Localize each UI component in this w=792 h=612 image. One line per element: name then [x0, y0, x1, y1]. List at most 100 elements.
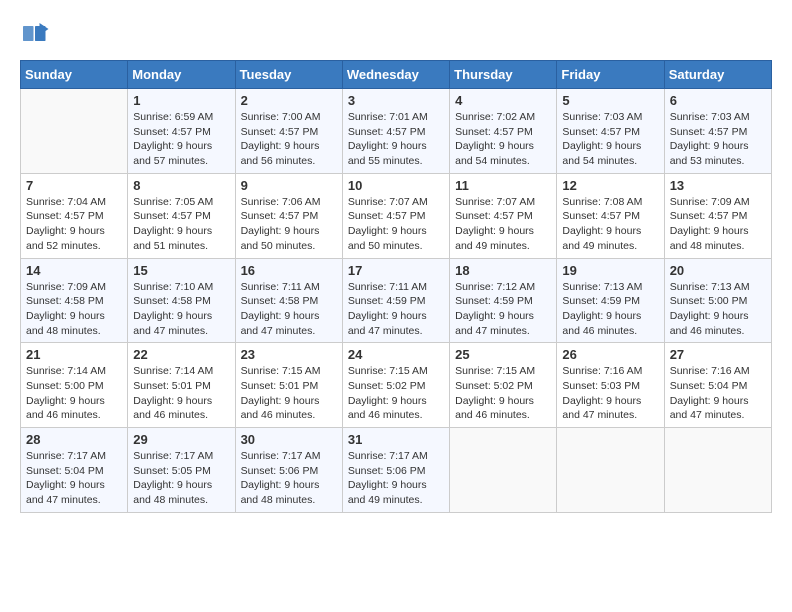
- calendar-cell: 10 Sunrise: 7:07 AMSunset: 4:57 PMDayligh…: [342, 173, 449, 258]
- day-number: 4: [455, 93, 551, 108]
- logo: [20, 20, 54, 50]
- calendar-cell: 16Sunrise: 7:11 AMSunset: 4:58 PMDayligh…: [235, 258, 342, 343]
- day-info: Sunrise: 7:03 AMSunset: 4:57 PMDaylight:…: [562, 110, 658, 169]
- calendar-cell: 19 Sunrise: 7:13 AMSunset: 4:59 PMDayligh…: [557, 258, 664, 343]
- day-info: Sunrise: 7:08 AMSunset: 4:57 PMDaylight:…: [562, 195, 658, 254]
- page-header: [20, 20, 772, 50]
- calendar-cell: 22 Sunrise: 7:14 AMSunset: 5:01 PMDayligh…: [128, 343, 235, 428]
- day-info: Sunrise: 7:14 AMSunset: 5:00 PMDaylight:…: [26, 364, 122, 423]
- day-number: 9: [241, 178, 337, 193]
- weekday-header-sunday: Sunday: [21, 61, 128, 89]
- calendar-cell: 21 Sunrise: 7:14 AMSunset: 5:00 PMDayligh…: [21, 343, 128, 428]
- calendar-cell: 17 Sunrise: 7:11 AMSunset: 4:59 PMDayligh…: [342, 258, 449, 343]
- day-number: 18: [455, 263, 551, 278]
- day-info: Sunrise: 6:59 AMSunset: 4:57 PMDaylight:…: [133, 110, 229, 169]
- day-info: Sunrise: 7:05 AMSunset: 4:57 PMDaylight:…: [133, 195, 229, 254]
- day-info: Sunrise: 7:04 AMSunset: 4:57 PMDaylight:…: [26, 195, 122, 254]
- calendar-cell: 29Sunrise: 7:17 AMSunset: 5:05 PMDayligh…: [128, 428, 235, 513]
- weekday-header-wednesday: Wednesday: [342, 61, 449, 89]
- day-number: 30: [241, 432, 337, 447]
- day-number: 22: [133, 347, 229, 362]
- calendar-week-row: 1 Sunrise: 6:59 AMSunset: 4:57 PMDaylight…: [21, 89, 772, 174]
- day-number: 26: [562, 347, 658, 362]
- day-number: 11: [455, 178, 551, 193]
- weekday-header-row: SundayMondayTuesdayWednesdayThursdayFrid…: [21, 61, 772, 89]
- day-info: Sunrise: 7:01 AMSunset: 4:57 PMDaylight:…: [348, 110, 444, 169]
- calendar-cell: 18 Sunrise: 7:12 AMSunset: 4:59 PMDayligh…: [450, 258, 557, 343]
- calendar-cell: [664, 428, 771, 513]
- day-info: Sunrise: 7:06 AMSunset: 4:57 PMDaylight:…: [241, 195, 337, 254]
- calendar-cell: 8 Sunrise: 7:05 AMSunset: 4:57 PMDaylight…: [128, 173, 235, 258]
- calendar-cell: 6Sunrise: 7:03 AMSunset: 4:57 PMDaylight…: [664, 89, 771, 174]
- day-number: 8: [133, 178, 229, 193]
- day-number: 27: [670, 347, 766, 362]
- day-info: Sunrise: 7:16 AMSunset: 5:04 PMDaylight:…: [670, 364, 766, 423]
- day-info: Sunrise: 7:11 AMSunset: 4:59 PMDaylight:…: [348, 280, 444, 339]
- day-number: 15: [133, 263, 229, 278]
- calendar-week-row: 7 Sunrise: 7:04 AMSunset: 4:57 PMDaylight…: [21, 173, 772, 258]
- calendar-table: SundayMondayTuesdayWednesdayThursdayFrid…: [20, 60, 772, 513]
- calendar-cell: 23Sunrise: 7:15 AMSunset: 5:01 PMDayligh…: [235, 343, 342, 428]
- calendar-cell: 7 Sunrise: 7:04 AMSunset: 4:57 PMDaylight…: [21, 173, 128, 258]
- calendar-cell: 9 Sunrise: 7:06 AMSunset: 4:57 PMDaylight…: [235, 173, 342, 258]
- day-info: Sunrise: 7:07 AMSunset: 4:57 PMDaylight:…: [348, 195, 444, 254]
- day-info: Sunrise: 7:17 AMSunset: 5:06 PMDaylight:…: [241, 449, 337, 508]
- day-number: 2: [241, 93, 337, 108]
- day-info: Sunrise: 7:11 AMSunset: 4:58 PMDaylight:…: [241, 280, 337, 339]
- calendar-cell: 13 Sunrise: 7:09 AMSunset: 4:57 PMDayligh…: [664, 173, 771, 258]
- day-number: 3: [348, 93, 444, 108]
- day-info: Sunrise: 7:12 AMSunset: 4:59 PMDaylight:…: [455, 280, 551, 339]
- calendar-cell: 14Sunrise: 7:09 AMSunset: 4:58 PMDayligh…: [21, 258, 128, 343]
- day-info: Sunrise: 7:14 AMSunset: 5:01 PMDaylight:…: [133, 364, 229, 423]
- calendar-cell: 12 Sunrise: 7:08 AMSunset: 4:57 PMDayligh…: [557, 173, 664, 258]
- calendar-cell: 4Sunrise: 7:02 AMSunset: 4:57 PMDaylight…: [450, 89, 557, 174]
- weekday-header-tuesday: Tuesday: [235, 61, 342, 89]
- day-number: 7: [26, 178, 122, 193]
- day-info: Sunrise: 7:09 AMSunset: 4:57 PMDaylight:…: [670, 195, 766, 254]
- day-number: 29: [133, 432, 229, 447]
- day-number: 31: [348, 432, 444, 447]
- calendar-cell: 20 Sunrise: 7:13 AMSunset: 5:00 PMDayligh…: [664, 258, 771, 343]
- day-info: Sunrise: 7:00 AMSunset: 4:57 PMDaylight:…: [241, 110, 337, 169]
- day-number: 10: [348, 178, 444, 193]
- day-number: 12: [562, 178, 658, 193]
- day-number: 25: [455, 347, 551, 362]
- calendar-cell: 15 Sunrise: 7:10 AMSunset: 4:58 PMDayligh…: [128, 258, 235, 343]
- calendar-cell: 25 Sunrise: 7:15 AMSunset: 5:02 PMDayligh…: [450, 343, 557, 428]
- day-number: 28: [26, 432, 122, 447]
- calendar-week-row: 21 Sunrise: 7:14 AMSunset: 5:00 PMDayligh…: [21, 343, 772, 428]
- weekday-header-monday: Monday: [128, 61, 235, 89]
- weekday-header-saturday: Saturday: [664, 61, 771, 89]
- day-info: Sunrise: 7:10 AMSunset: 4:58 PMDaylight:…: [133, 280, 229, 339]
- calendar-cell: [557, 428, 664, 513]
- day-number: 17: [348, 263, 444, 278]
- day-number: 14: [26, 263, 122, 278]
- day-number: 1: [133, 93, 229, 108]
- calendar-cell: 5 Sunrise: 7:03 AMSunset: 4:57 PMDaylight…: [557, 89, 664, 174]
- calendar-cell: [450, 428, 557, 513]
- day-info: Sunrise: 7:07 AMSunset: 4:57 PMDaylight:…: [455, 195, 551, 254]
- day-number: 24: [348, 347, 444, 362]
- day-number: 13: [670, 178, 766, 193]
- day-info: Sunrise: 7:03 AMSunset: 4:57 PMDaylight:…: [670, 110, 766, 169]
- day-info: Sunrise: 7:15 AMSunset: 5:02 PMDaylight:…: [348, 364, 444, 423]
- day-info: Sunrise: 7:16 AMSunset: 5:03 PMDaylight:…: [562, 364, 658, 423]
- day-info: Sunrise: 7:17 AMSunset: 5:04 PMDaylight:…: [26, 449, 122, 508]
- calendar-cell: 30 Sunrise: 7:17 AMSunset: 5:06 PMDayligh…: [235, 428, 342, 513]
- weekday-header-thursday: Thursday: [450, 61, 557, 89]
- logo-icon: [20, 20, 50, 50]
- day-info: Sunrise: 7:15 AMSunset: 5:02 PMDaylight:…: [455, 364, 551, 423]
- calendar-cell: 24 Sunrise: 7:15 AMSunset: 5:02 PMDayligh…: [342, 343, 449, 428]
- calendar-cell: 11 Sunrise: 7:07 AMSunset: 4:57 PMDayligh…: [450, 173, 557, 258]
- day-number: 5: [562, 93, 658, 108]
- day-info: Sunrise: 7:13 AMSunset: 5:00 PMDaylight:…: [670, 280, 766, 339]
- day-number: 21: [26, 347, 122, 362]
- day-info: Sunrise: 7:17 AMSunset: 5:06 PMDaylight:…: [348, 449, 444, 508]
- day-info: Sunrise: 7:13 AMSunset: 4:59 PMDaylight:…: [562, 280, 658, 339]
- calendar-cell: 1 Sunrise: 6:59 AMSunset: 4:57 PMDaylight…: [128, 89, 235, 174]
- day-number: 19: [562, 263, 658, 278]
- day-number: 20: [670, 263, 766, 278]
- calendar-week-row: 28 Sunrise: 7:17 AMSunset: 5:04 PMDayligh…: [21, 428, 772, 513]
- calendar-cell: 27 Sunrise: 7:16 AMSunset: 5:04 PMDayligh…: [664, 343, 771, 428]
- calendar-week-row: 14Sunrise: 7:09 AMSunset: 4:58 PMDayligh…: [21, 258, 772, 343]
